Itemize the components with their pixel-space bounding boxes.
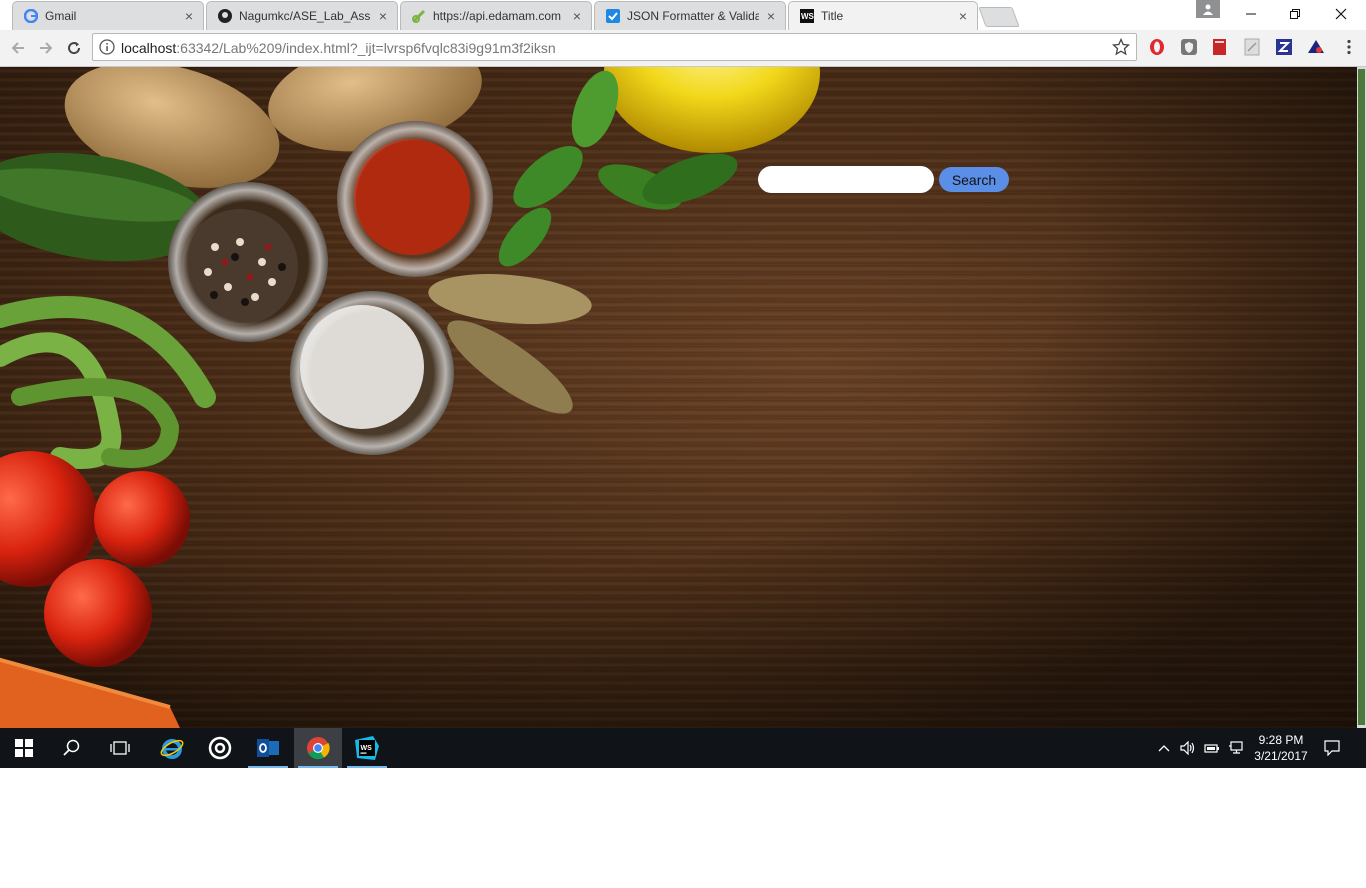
internet-explorer-icon: [160, 739, 184, 759]
close-icon: [1335, 8, 1347, 20]
close-window-button[interactable]: [1318, 0, 1364, 28]
info-icon[interactable]: [99, 39, 115, 55]
clock-date: 3/21/2017: [1254, 749, 1308, 763]
forward-arrow-icon: [40, 42, 53, 54]
task-view-button[interactable]: [96, 728, 144, 768]
close-icon[interactable]: ×: [571, 9, 583, 23]
restore-button[interactable]: [1272, 0, 1318, 28]
checkbox-icon: [605, 8, 621, 24]
google-icon: [23, 8, 39, 24]
notification-icon: [1324, 740, 1340, 756]
taskbar-webstorm[interactable]: WS: [343, 728, 391, 768]
chevron-up-icon: [1158, 745, 1170, 752]
groove-music-icon: [208, 736, 232, 760]
shield-extension-icon[interactable]: [1180, 38, 1198, 56]
system-clock[interactable]: 9:28 PM 3/21/2017: [1244, 732, 1318, 764]
windows-logo-icon: [15, 739, 33, 757]
outlook-icon: [257, 739, 279, 757]
tab-edamam[interactable]: https://api.edamam.com ×: [400, 1, 592, 30]
opera-extension-icon[interactable]: [1148, 38, 1166, 56]
reload-icon: [68, 42, 81, 55]
forward-button[interactable]: [34, 36, 58, 60]
close-icon[interactable]: ×: [765, 9, 777, 23]
scrollbar-thumb[interactable]: [1358, 69, 1365, 725]
tab-gmail[interactable]: Gmail ×: [12, 1, 204, 30]
clock-time: 9:28 PM: [1258, 733, 1304, 747]
reload-button[interactable]: [62, 36, 86, 60]
network-icon: [1229, 741, 1243, 754]
tab-label: Gmail: [45, 9, 77, 23]
tab-label: Title: [821, 9, 844, 23]
close-icon[interactable]: ×: [183, 9, 195, 23]
webstorm-icon: WS: [355, 736, 379, 760]
taskbar-outlook[interactable]: [244, 728, 292, 768]
book-extension-icon[interactable]: [1211, 38, 1229, 56]
profile-icon[interactable]: [1196, 0, 1220, 18]
address-bar[interactable]: localhost:63342/Lab%209/index.html?_ijt=…: [92, 33, 1137, 61]
search-button[interactable]: Search: [939, 167, 1009, 192]
pdf-extension-icon[interactable]: [1243, 38, 1261, 56]
close-icon[interactable]: ×: [377, 9, 389, 23]
taskbar-chrome[interactable]: [294, 728, 342, 768]
tab-json-formatter[interactable]: JSON Formatter & Valida ×: [594, 1, 786, 30]
url-host: localhost: [121, 40, 177, 56]
tab-github[interactable]: Nagumkc/ASE_Lab_Assig ×: [206, 1, 398, 30]
windows-taskbar: WS 9:28 PM 3/21/2017: [0, 728, 1366, 768]
menu-kebab-icon[interactable]: [1340, 38, 1358, 56]
svg-text:WS: WS: [801, 12, 814, 21]
page-background: Search: [0, 67, 1357, 728]
network-button[interactable]: [1228, 740, 1244, 756]
task-view-icon: [110, 741, 130, 755]
battery-icon: [1204, 744, 1219, 753]
new-tab-button[interactable]: [978, 7, 1020, 27]
taskbar-internet-explorer[interactable]: [148, 728, 196, 768]
back-button[interactable]: [6, 36, 30, 60]
svg-text:WS: WS: [361, 745, 373, 752]
tab-strip: Gmail × Nagumkc/ASE_Lab_Assig × https://…: [0, 0, 1366, 30]
palette-extension-icon[interactable]: [1307, 38, 1325, 56]
bookmark-star-icon[interactable]: [1111, 37, 1131, 56]
back-arrow-icon: [11, 42, 24, 54]
minimize-button[interactable]: [1228, 0, 1274, 28]
minimize-icon: [1246, 13, 1256, 15]
url-path: :63342/Lab%209/index.html?_ijt=lvrsp6fvq…: [176, 40, 556, 56]
battery-button[interactable]: [1204, 740, 1220, 756]
tab-label: Nagumkc/ASE_Lab_Assig: [239, 9, 371, 23]
taskbar-groove[interactable]: [196, 728, 244, 768]
chrome-icon: [307, 737, 330, 760]
link-icon: [411, 8, 427, 24]
taskbar-search-button[interactable]: [48, 728, 96, 768]
close-icon[interactable]: ×: [957, 9, 969, 23]
page-scrollbar[interactable]: [1357, 67, 1366, 728]
restore-icon: [1290, 9, 1300, 19]
github-icon: [217, 8, 233, 24]
tab-label: JSON Formatter & Valida: [627, 9, 759, 23]
url-text: localhost:63342/Lab%209/index.html?_ijt=…: [121, 40, 556, 56]
action-center-button[interactable]: [1324, 740, 1340, 756]
z-extension-icon[interactable]: [1275, 38, 1293, 56]
tab-label: https://api.edamam.com: [433, 9, 562, 23]
speaker-icon: [1180, 741, 1195, 755]
webstorm-icon: WS: [799, 8, 815, 24]
search-icon: [63, 739, 80, 756]
tab-title[interactable]: WS Title ×: [788, 1, 978, 30]
show-hidden-icons[interactable]: [1156, 740, 1172, 756]
start-button[interactable]: [0, 728, 48, 768]
search-input[interactable]: [758, 166, 934, 193]
food-background-image: [0, 67, 1357, 728]
volume-button[interactable]: [1180, 740, 1196, 756]
